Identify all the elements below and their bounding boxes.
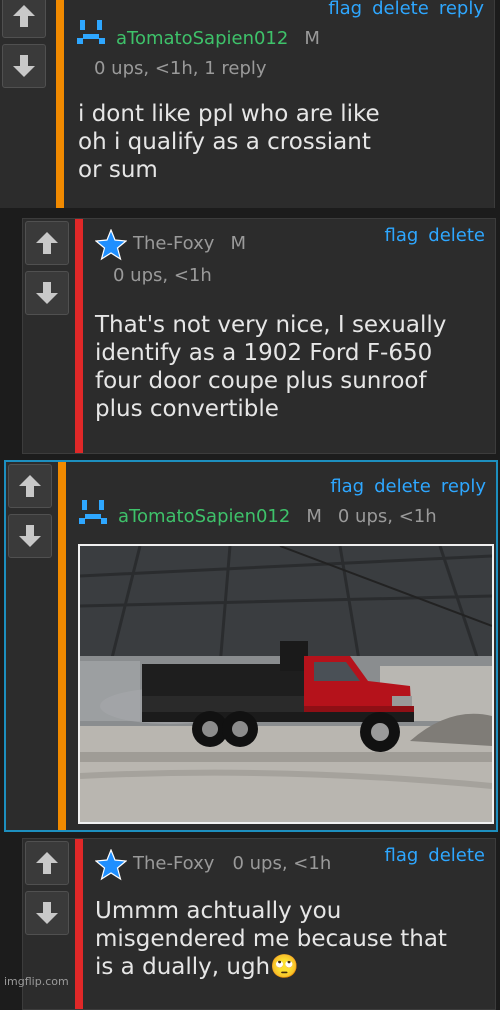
comment-body: Ummm achtually you misgendered me becaus… [95,897,447,981]
watermark: imgflip.com [4,975,69,988]
sad-face-avatar-icon[interactable] [74,16,108,50]
gender-badge: M [230,233,246,254]
comment-accent-bar [56,0,64,208]
reply-link[interactable]: reply [439,0,484,19]
delete-link[interactable]: delete [428,225,485,246]
comment-3: flag delete reply aTomatoSapien012 M 0 ups… [4,460,498,832]
comment-meta: 0 ups, <1h [337,506,437,527]
comment-meta: 0 ups, <1h [232,853,332,874]
comment-header: aTomatoSapien012 M [116,28,320,49]
flag-link[interactable]: flag [330,476,364,497]
comment-1: flag delete reply aTomatoSapien012 M 0 ups… [0,0,495,208]
comment-line: is a dually, ugh🙄 [95,954,299,980]
comment-body: i dont like ppl who are like oh i qualif… [78,100,380,184]
comment-line: Ummm achtually you [95,898,342,924]
comment-actions: flag delete reply [318,0,484,19]
delete-link[interactable]: delete [374,476,431,497]
downvote-button[interactable] [25,891,69,935]
arrow-down-icon [36,902,58,924]
arrow-down-icon [19,525,41,547]
comment-actions: flag delete reply [320,476,486,497]
comment-line: i dont like ppl who are like [78,101,380,127]
vote-controls [2,0,46,94]
comment-accent-bar [75,839,83,1009]
comment-meta: 0 ups, <1h, 1 reply [94,58,267,79]
username-link[interactable]: aTomatoSapien012 [118,506,290,527]
red-dump-truck-image [80,546,492,822]
arrow-up-icon [36,232,58,254]
upvote-button[interactable] [25,841,69,885]
gender-badge: M [304,28,320,49]
upvote-button[interactable] [25,221,69,265]
delete-link[interactable]: delete [428,845,485,866]
comment-actions: flag delete [374,845,485,866]
username-link[interactable]: The-Foxy [133,233,214,254]
arrow-down-icon [13,55,35,77]
upvote-button[interactable] [2,0,46,38]
delete-link[interactable]: delete [372,0,429,19]
username-link[interactable]: The-Foxy [133,853,214,874]
vote-controls [25,841,69,941]
comment-header: aTomatoSapien012 M 0 ups, <1h [118,506,437,527]
comment-line: four door coupe plus sunroof [95,368,427,394]
star-avatar-icon[interactable] [95,849,127,881]
comment-4: flag delete The-Foxy 0 ups, <1h Ummm acht… [22,838,496,1010]
vote-controls [25,221,69,321]
arrow-up-icon [13,5,35,27]
arrow-up-icon [19,475,41,497]
sad-face-avatar-icon[interactable] [76,496,110,530]
flag-link[interactable]: flag [328,0,362,19]
comment-line: oh i qualify as a crossiant [78,129,371,155]
comment-accent-bar [75,219,83,453]
star-avatar-icon[interactable] [95,229,127,261]
arrow-down-icon [36,282,58,304]
gender-badge: M [306,506,322,527]
reply-link[interactable]: reply [441,476,486,497]
truck-photo[interactable] [78,544,494,824]
downvote-button[interactable] [8,514,52,558]
comment-header: The-Foxy M [133,233,246,254]
upvote-button[interactable] [8,464,52,508]
comment-meta: 0 ups, <1h [113,265,212,286]
comment-line: plus convertible [95,396,279,422]
downvote-button[interactable] [2,44,46,88]
comment-2: flag delete The-Foxy M 0 ups, <1h That's … [22,218,496,454]
arrow-up-icon [36,852,58,874]
username-link[interactable]: aTomatoSapien012 [116,28,288,49]
comment-accent-bar [58,462,66,830]
comment-line: or sum [78,157,158,183]
comment-line: identify as a 1902 Ford F-650 [95,340,433,366]
comment-line: That's not very nice, I sexually [95,312,447,338]
downvote-button[interactable] [25,271,69,315]
comment-line: misgendered me because that [95,926,447,952]
vote-controls [8,464,52,564]
comment-actions: flag delete [374,225,485,246]
flag-link[interactable]: flag [384,225,418,246]
comment-header: The-Foxy 0 ups, <1h [133,853,331,874]
comment-body: That's not very nice, I sexually identif… [95,311,446,423]
flag-link[interactable]: flag [384,845,418,866]
